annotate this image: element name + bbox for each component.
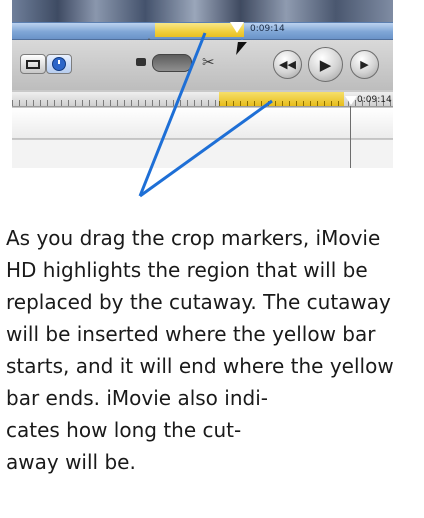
caption-line: cates how long the cut- xyxy=(6,418,242,442)
timeline-timecode: 0:09:14 xyxy=(357,95,392,105)
caption-line: replaced by the cutaway. The cutaway xyxy=(6,290,391,314)
mouse-pointer-icon xyxy=(236,42,247,55)
scrubber-timecode: 0:09:14 xyxy=(250,24,285,34)
imovie-screenshot: 0:09:14 ✂ ◀◀ ▶ ▶ 0:09:14 xyxy=(12,0,393,168)
fullscreen-play-button[interactable]: ▶ xyxy=(350,50,379,79)
audio-track[interactable] xyxy=(12,140,393,168)
timeline-playhead[interactable] xyxy=(345,96,357,105)
scrubber-bar[interactable]: 0:09:14 xyxy=(12,22,393,40)
rewind-icon: ◀◀ xyxy=(279,58,296,71)
rewind-button[interactable]: ◀◀ xyxy=(273,50,302,79)
camera-small-icon xyxy=(136,58,146,66)
caption-line: bar ends. iMovie also indi- xyxy=(6,386,268,410)
toolbar: ✂ ◀◀ ▶ ▶ xyxy=(12,40,393,90)
play-button[interactable]: ▶ xyxy=(308,47,343,82)
clock-icon xyxy=(52,57,66,71)
fullscreen-play-icon: ▶ xyxy=(360,58,369,71)
clip-view-button[interactable] xyxy=(20,54,46,74)
video-preview-strip xyxy=(12,0,393,22)
scissors-icon[interactable]: ✂ xyxy=(202,53,215,71)
caption-line: away will be. xyxy=(6,450,136,474)
playhead-marker[interactable] xyxy=(230,22,244,33)
zoom-slider[interactable] xyxy=(152,54,192,72)
caption: As you drag the crop markers, iMovie HD … xyxy=(6,222,420,478)
video-track[interactable] xyxy=(12,108,393,139)
caption-line: As you drag the crop markers, iMovie xyxy=(6,226,381,250)
caption-line: starts, and it will end where the yellow xyxy=(6,354,394,378)
playhead-line xyxy=(350,106,351,168)
timeline-view-button[interactable] xyxy=(46,54,72,74)
caption-line: HD highlights the region that will be xyxy=(6,258,368,282)
caption-line: will be inserted where the yellow bar xyxy=(6,322,376,346)
timeline-cutaway-region xyxy=(219,92,344,106)
play-icon: ▶ xyxy=(319,55,332,74)
filmstrip-icon xyxy=(26,59,40,69)
